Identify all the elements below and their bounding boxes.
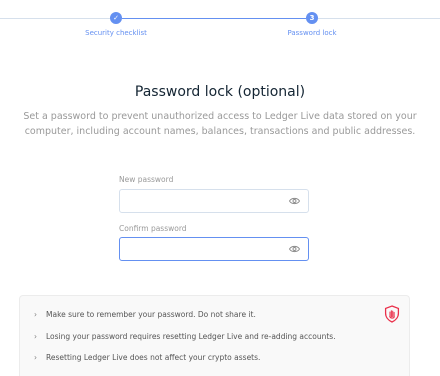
- stepper-line-before: [0, 18, 110, 19]
- page-title: Password lock (optional): [134, 84, 306, 100]
- step-number-badge: 3: [306, 12, 318, 24]
- shield-hand-icon: [384, 305, 400, 323]
- eye-icon[interactable]: [289, 197, 300, 205]
- new-password-label: New password: [119, 175, 174, 184]
- confirm-password-label: Confirm password: [119, 224, 187, 233]
- stepper-line-progress: [122, 18, 306, 19]
- step-label-security-checklist: Security checklist: [85, 29, 147, 37]
- tip-text: Resetting Ledger Live does not affect yo…: [46, 353, 261, 362]
- tip-text: Make sure to remember your password. Do …: [46, 310, 256, 319]
- list-item: › Resetting Ledger Live does not affect y…: [34, 353, 260, 362]
- confirm-password-input[interactable]: [120, 240, 292, 262]
- page-description: Set a password to prevent unauthorized a…: [23, 111, 417, 137]
- chevron-right-icon: ›: [34, 353, 37, 362]
- new-password-field[interactable]: [119, 189, 309, 214]
- confirm-password-field[interactable]: [119, 237, 309, 262]
- list-item: › Losing your password requires resetting…: [34, 332, 336, 341]
- eye-icon[interactable]: [289, 245, 300, 253]
- list-item: › Make sure to remember your password. Do…: [34, 310, 256, 319]
- chevron-right-icon: ›: [34, 332, 37, 341]
- password-tips-box: › Make sure to remember your password. Do…: [19, 295, 410, 376]
- step-label-password-lock: Password lock: [287, 29, 337, 37]
- new-password-input[interactable]: [120, 192, 292, 214]
- onboarding-stepper: ✓ 3 Security checklist Password lock: [0, 0, 440, 40]
- checkmark-icon: ✓: [110, 12, 122, 24]
- stepper-line-after: [318, 18, 440, 19]
- tip-text: Losing your password requires resetting …: [46, 332, 336, 341]
- chevron-right-icon: ›: [34, 310, 37, 319]
